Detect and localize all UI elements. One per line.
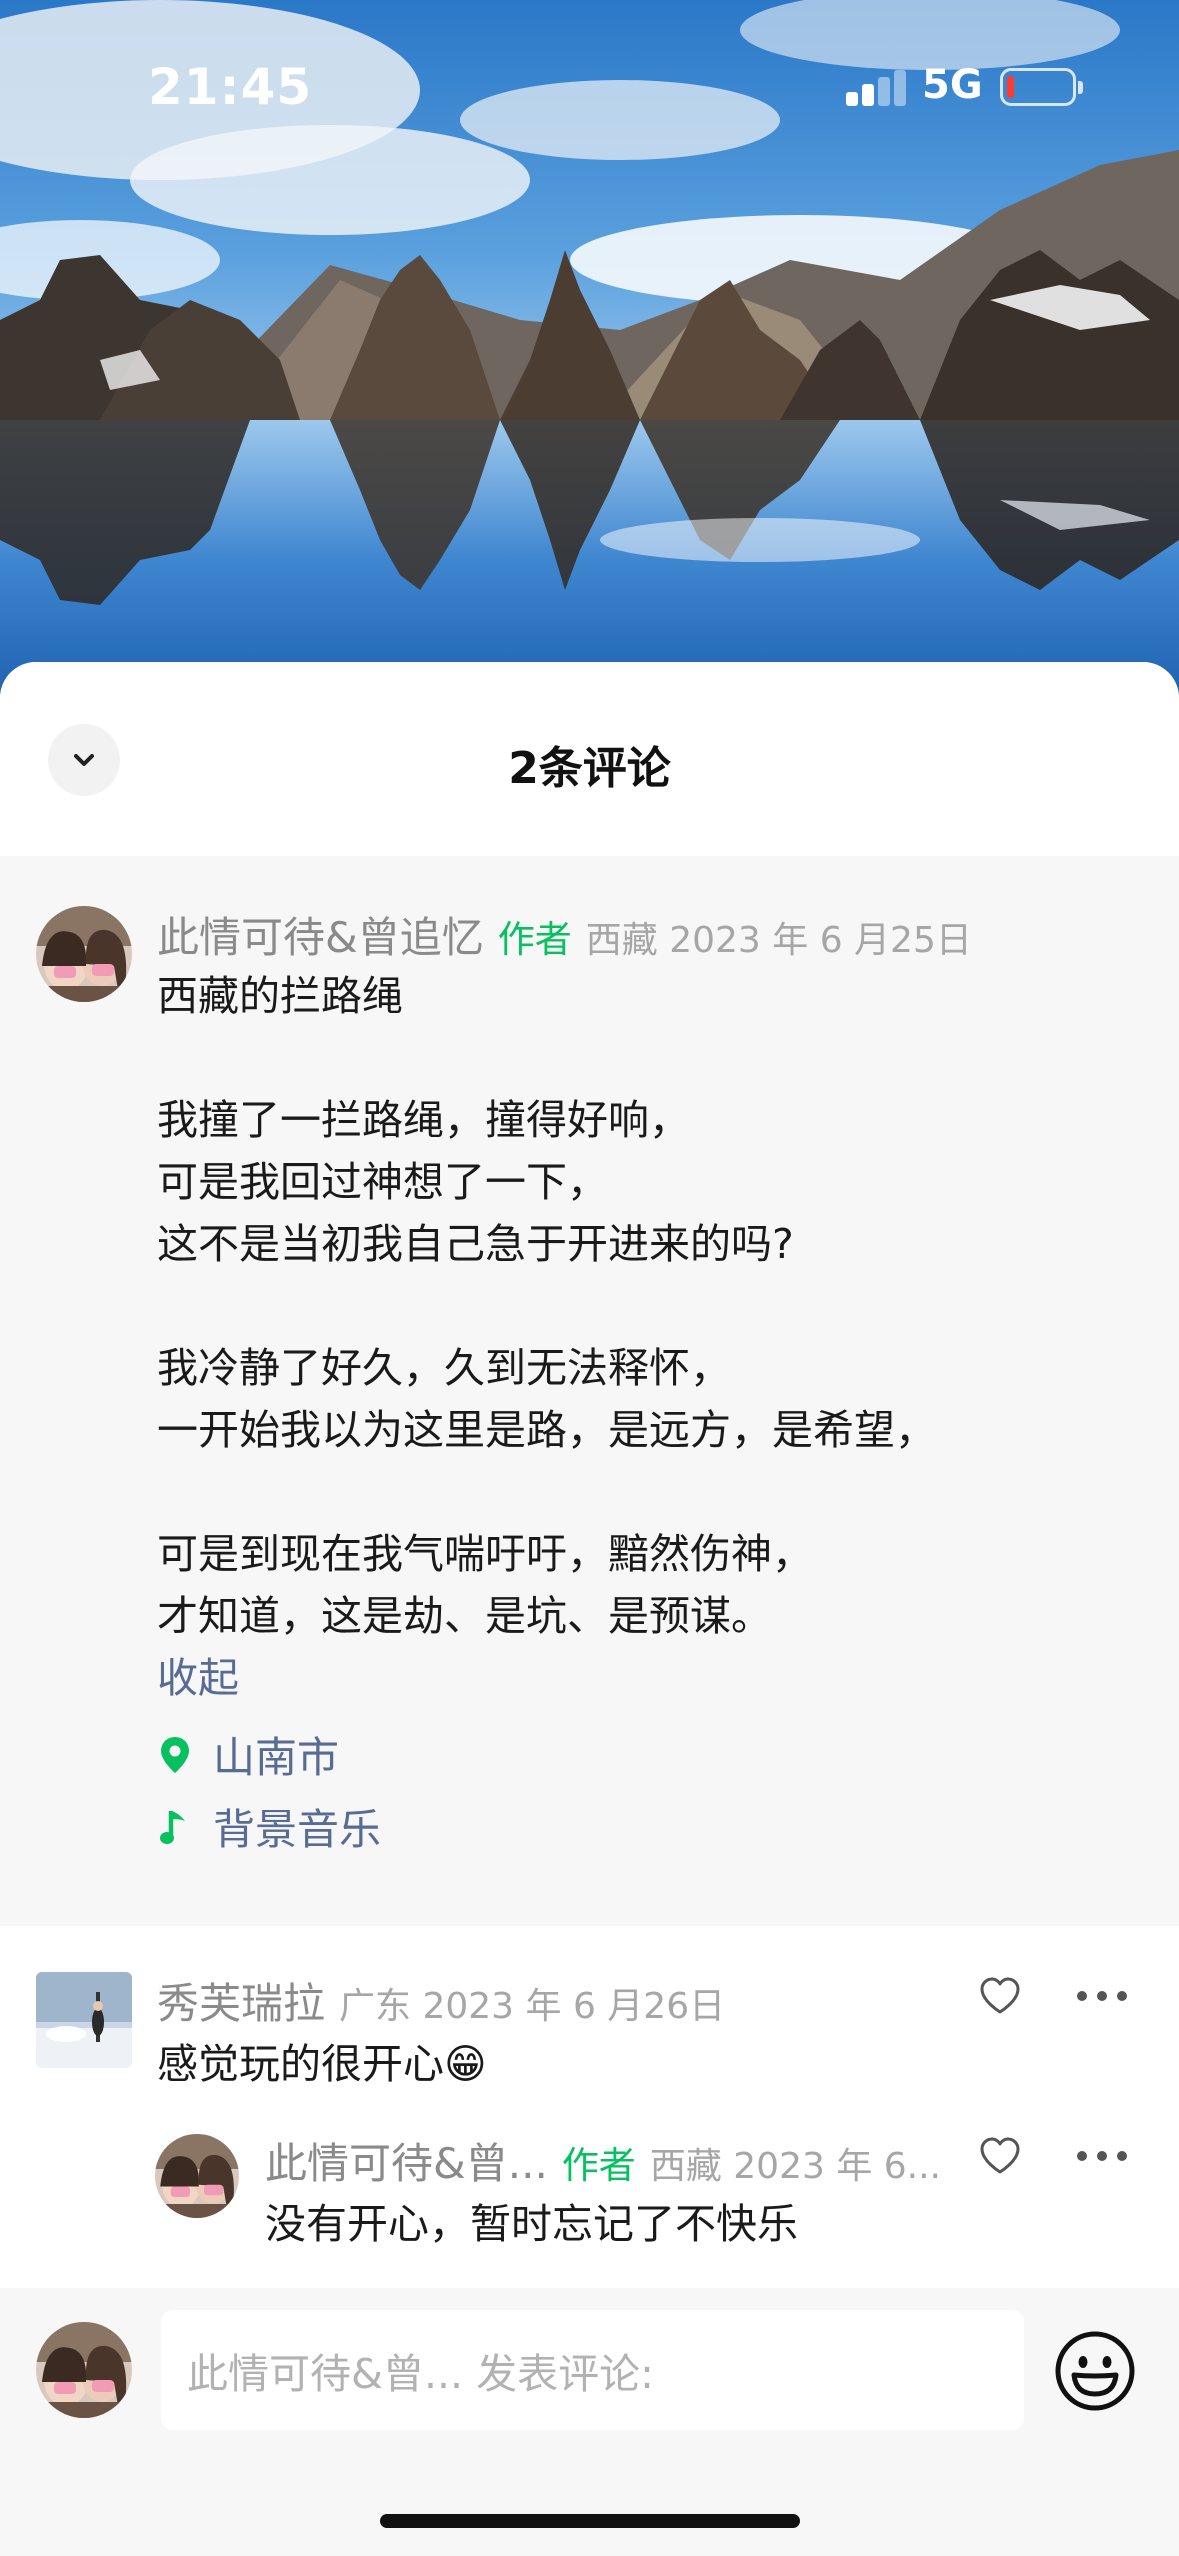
post-author-name[interactable]: 此情可待&曾追忆 <box>157 913 484 962</box>
music-label: 背景音乐 <box>213 1805 382 1854</box>
location-label: 山南市 <box>213 1733 340 1782</box>
post-meta-line: 此情可待&曾追忆 作者 西藏 2023 年 6 月25日 <box>157 904 972 965</box>
post-text-line: 才知道，这是劫、是坑、是预谋。 <box>157 1592 772 1640</box>
avatar <box>36 2322 132 2418</box>
reply-text: 没有开心，暂时忘记了不快乐 <box>265 2200 798 2248</box>
comment-meta-line: 秀芙瑞拉 广东 2023 年 6 月26日 <box>157 1970 725 2031</box>
more-options-icon[interactable] <box>1076 1990 1128 2002</box>
comment-sheet: 2条评论 此情可待&曾追忆 作者 西藏 2023 年 6 月25日 西藏的拦路绳 我… <box>0 662 1179 2556</box>
author-post: 此情可待&曾追忆 作者 西藏 2023 年 6 月25日 西藏的拦路绳 我撞了一拦路… <box>0 856 1179 1926</box>
post-title: 西藏的拦路绳 <box>157 972 403 1020</box>
comment-input[interactable]: 此情可待&曾... 发表评论: <box>161 2310 1024 2430</box>
post-text-line: 我冷静了好久，久到无法释怀， <box>157 1344 731 1392</box>
post-location-date: 西藏 2023 年 6 月25日 <box>585 920 972 961</box>
post-text-line: 一开始我以为这里是路，是远方，是希望， <box>157 1406 936 1454</box>
post-text-line: 可是到现在我气喘吁吁，黯然伤神， <box>157 1530 813 1578</box>
author-badge: 作者 <box>497 918 572 961</box>
battery-icon <box>1000 68 1083 106</box>
reply-user-name[interactable]: 此情可待&曾... <box>265 2139 548 2188</box>
post-text-line: 我撞了一拦路绳，撞得好响， <box>157 1096 690 1144</box>
cellular-signal-icon <box>846 70 906 106</box>
location-pin-icon <box>155 1735 195 1775</box>
comment-composer: 此情可待&曾... 发表评论: <box>0 2288 1179 2556</box>
location-link[interactable]: 山南市 <box>155 1724 339 1785</box>
more-options-icon[interactable] <box>1076 2150 1128 2162</box>
music-note-icon <box>155 1807 195 1847</box>
reply-location-date: 西藏 2023 年 6... <box>649 2146 941 2187</box>
comment-count-title: 2条评论 <box>508 743 671 794</box>
status-time: 21:45 <box>148 58 313 116</box>
avatar[interactable] <box>36 1972 132 2068</box>
like-heart-icon[interactable] <box>978 1976 1022 2016</box>
network-type: 5G <box>922 62 983 108</box>
music-link[interactable]: 背景音乐 <box>155 1796 381 1857</box>
comment-user-name[interactable]: 秀芙瑞拉 <box>157 1979 325 2028</box>
avatar[interactable] <box>155 2134 239 2218</box>
home-indicator[interactable] <box>380 2514 800 2528</box>
post-text-line: 这不是当初我自己急于开进来的吗? <box>157 1220 794 1268</box>
sheet-header: 2条评论 <box>0 662 1179 856</box>
post-text-line: 可是我回过神想了一下， <box>157 1158 608 1206</box>
like-heart-icon[interactable] <box>978 2136 1022 2176</box>
author-badge: 作者 <box>561 2144 636 2187</box>
comment-location-date: 广东 2023 年 6 月26日 <box>339 1986 726 2027</box>
status-bar: 21:45 5G <box>0 0 1179 170</box>
comment-list: 秀芙瑞拉 广东 2023 年 6 月26日 感觉玩的很开心😁 此情可待&曾...… <box>0 1926 1179 2306</box>
comment-text: 感觉玩的很开心😁 <box>157 2040 487 2088</box>
reply-meta-line: 此情可待&曾... 作者 西藏 2023 年 6... <box>265 2130 941 2191</box>
avatar[interactable] <box>36 906 132 1002</box>
emoji-icon[interactable] <box>1054 2330 1136 2412</box>
collapse-text-link[interactable]: 收起 <box>157 1644 239 1704</box>
